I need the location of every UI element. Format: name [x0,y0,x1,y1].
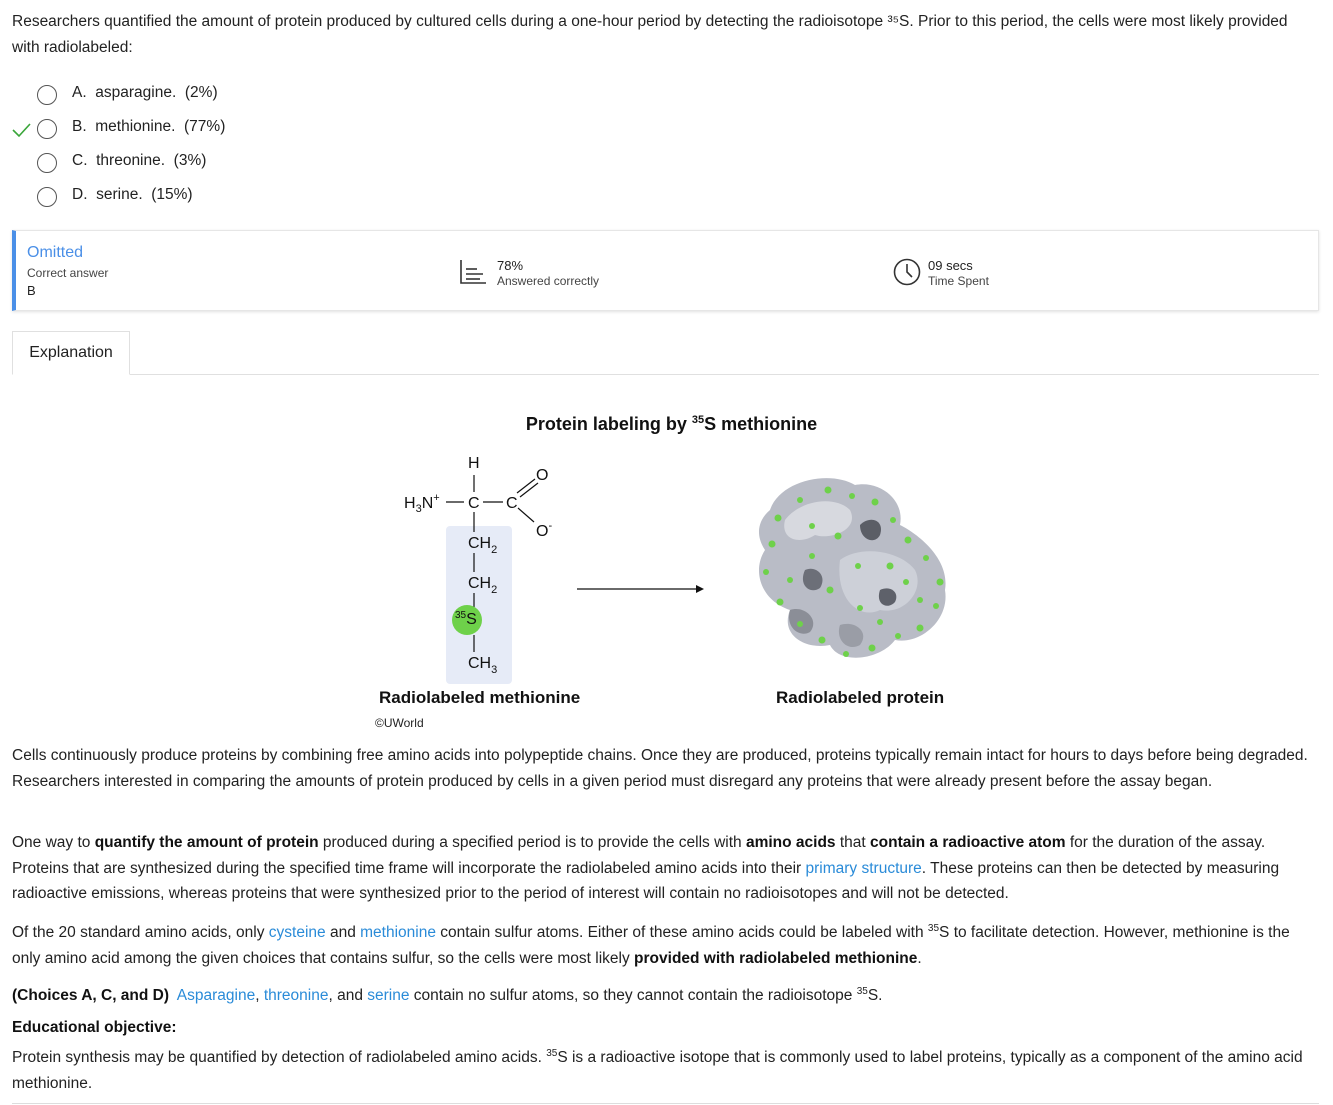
copyright-label: ©UWorld [375,716,424,730]
asparagine-link[interactable]: Asparagine [177,987,255,1004]
choice-label: C. threonine. (3%) [72,152,207,169]
choice-a[interactable]: A. asparagine. (2%) [0,79,400,113]
figure-title-text-end: S methionine [704,414,818,434]
threonine-link[interactable]: threonine [264,987,329,1004]
radio-button[interactable] [37,119,57,139]
radio-button[interactable] [37,187,57,207]
checkmark-icon [12,123,31,138]
figure-title-sup: 35 [691,414,705,426]
choice-label: A. asparagine. (2%) [72,84,218,101]
figure-title: Protein labeling by 35S methionine [0,414,1333,435]
methionine-link[interactable]: methionine [360,924,436,941]
choice-c[interactable]: C. threonine. (3%) [0,147,400,181]
caption-protein: Radiolabeled protein [776,688,945,707]
serine-link[interactable]: serine [367,987,409,1004]
tab-explanation[interactable]: Explanation [12,331,130,375]
choice-b[interactable]: B. methionine. (77%) [0,113,400,147]
hydrogen-label: H [468,455,480,472]
bar-chart-icon [460,260,486,284]
percent-value: 78% [497,258,524,273]
alpha-carbon-label: C [468,495,480,512]
radio-button[interactable] [37,85,57,105]
explanation-paragraph-4: (Choices A, C, and D) Asparagine, threon… [12,986,883,1005]
percent-label: Answered correctly [497,274,600,288]
choice-d[interactable]: D. serine. (15%) [0,181,400,215]
explanation-paragraph-3: Of the 20 standard amino acids, only cys… [12,923,1290,967]
time-label: Time Spent [928,274,989,288]
time-value: 09 secs [928,258,973,273]
explanation-paragraph-1: Cells continuously produce proteins by c… [12,747,1308,790]
primary-structure-link[interactable]: primary structure [806,860,922,877]
oxygen-anion-label: O- [536,520,552,540]
carboxyl-carbon-label: C [506,495,518,512]
protein-structure-image [758,478,946,658]
choice-label: B. methionine. (77%) [72,118,226,135]
cysteine-link[interactable]: cysteine [269,924,326,941]
status-label: Omitted [27,244,84,261]
figure-title-text: Protein labeling by [525,414,692,434]
stats-panel: Omitted Correct answer B 78% Answered co… [12,230,1319,311]
clock-icon [893,258,921,286]
educational-objective-text: Protein synthesis may be quantified by d… [12,1048,1303,1092]
educational-objective-title: Educational objective: [12,1019,177,1036]
bottom-divider [12,1103,1319,1104]
choice-label: D. serine. (15%) [72,186,193,203]
correct-answer-label: Correct answer [27,266,109,280]
correct-answer-value: B [27,283,36,298]
answer-choices: A. asparagine. (2%) B. methionine. (77%)… [0,79,400,215]
radio-button[interactable] [37,153,57,173]
tab-bar: Explanation [12,331,1319,375]
explanation-paragraph-2: One way to quantify the amount of protei… [12,834,1280,902]
oxygen-label: O [536,467,548,484]
caption-methionine: Radiolabeled methionine [379,688,581,707]
amine-label: H3N+ [404,492,440,515]
question-text: Researchers quantified the amount of pro… [12,13,1288,56]
